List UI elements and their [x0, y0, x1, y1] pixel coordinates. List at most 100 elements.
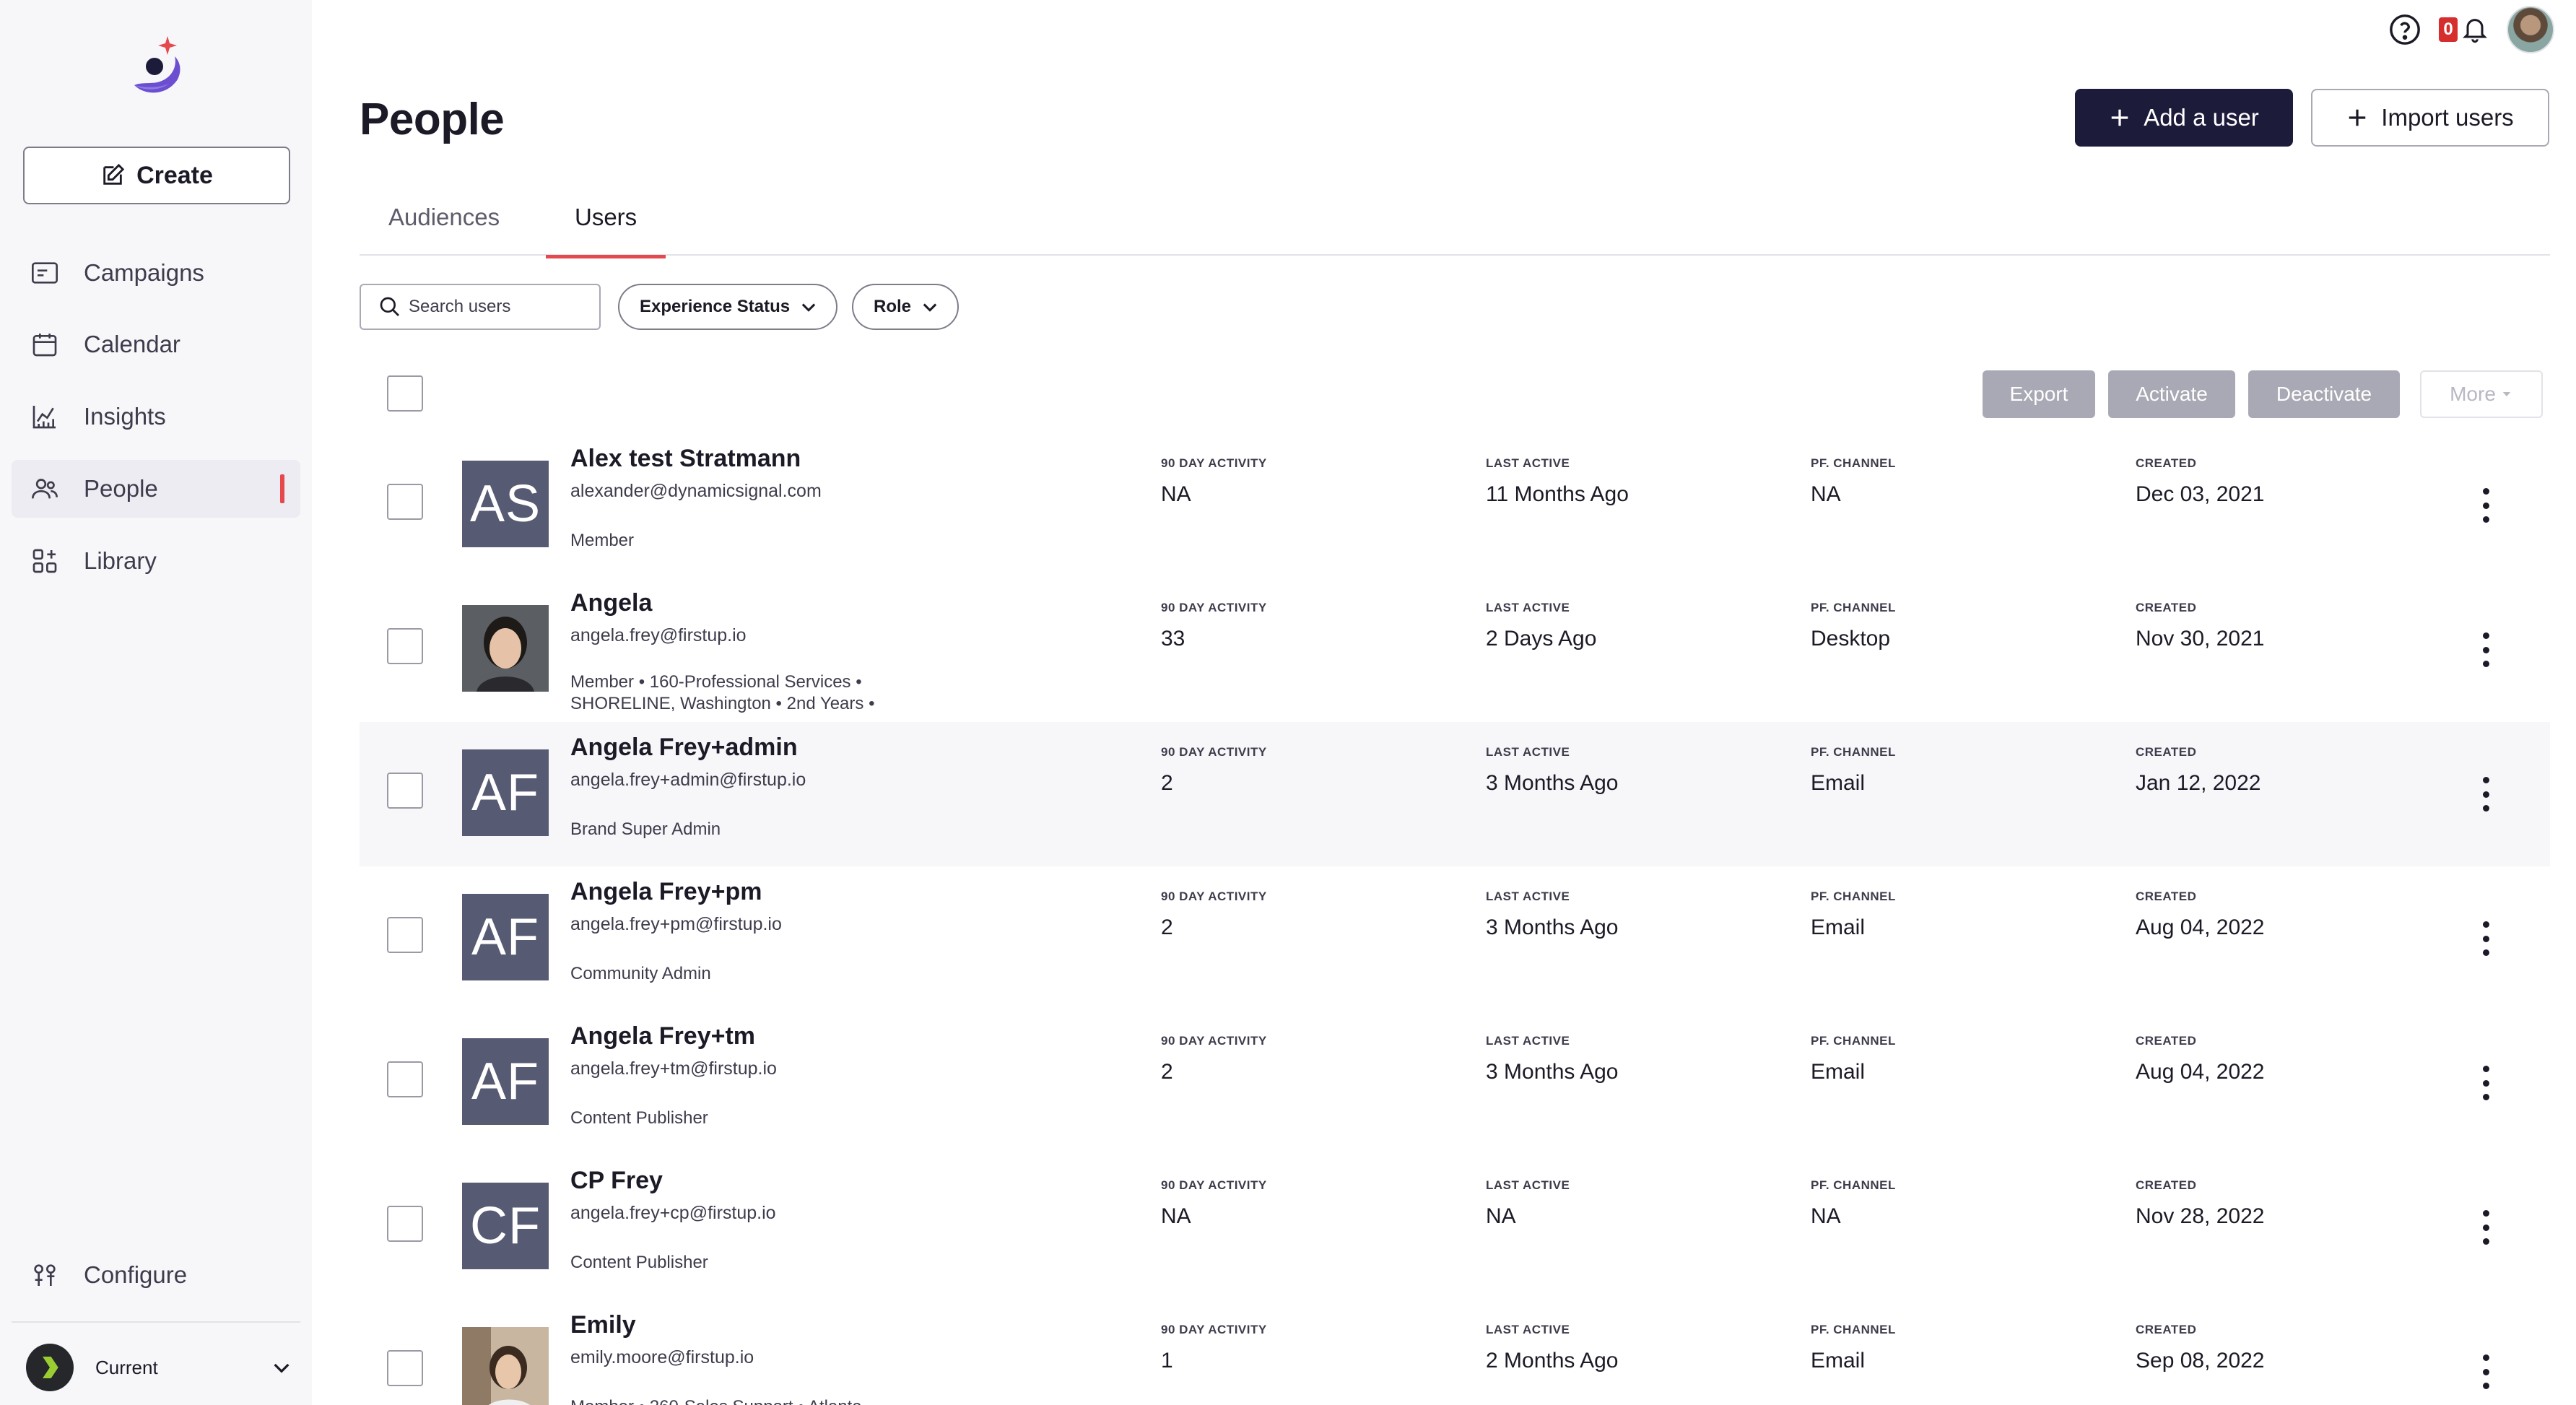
user-row[interactable]: Emily emily.moore@firstup.io Member • 26…	[360, 1300, 2550, 1405]
channel-value: Email	[1811, 771, 1866, 795]
user-name[interactable]: Emily	[570, 1311, 636, 1339]
org-label: Current	[95, 1356, 158, 1378]
current-user-avatar[interactable]	[2507, 6, 2554, 53]
row-checkbox[interactable]	[387, 484, 423, 520]
chevron-down-icon	[801, 303, 816, 312]
sidebar-item-configure[interactable]: Configure	[12, 1246, 300, 1304]
tab-users[interactable]: Users	[546, 204, 666, 258]
more-button[interactable]: More	[2420, 370, 2543, 418]
sidebar-item-label: Configure	[84, 1261, 188, 1288]
last-active-value: 11 Months Ago	[1486, 482, 1629, 506]
calendar-icon	[29, 329, 61, 360]
import-users-button[interactable]: Import users	[2311, 89, 2549, 147]
add-user-button[interactable]: Add a user	[2075, 89, 2293, 147]
user-row[interactable]: Angela angela.frey@firstup.io Member • 1…	[360, 578, 2550, 722]
create-label: Create	[136, 161, 213, 189]
user-row[interactable]: AF Angela Frey+admin angela.frey+admin@f…	[360, 722, 2550, 866]
activity-label: 90 DAY ACTIVITY	[1161, 889, 1267, 903]
sidebar-item-library[interactable]: Library	[12, 532, 300, 590]
create-button[interactable]: Create	[23, 147, 290, 204]
user-email: angela.frey+pm@firstup.io	[570, 914, 782, 934]
row-checkbox[interactable]	[387, 628, 423, 664]
row-actions-kebab-icon[interactable]	[2475, 917, 2497, 960]
plus-icon	[2111, 109, 2128, 126]
row-actions-kebab-icon[interactable]	[2475, 1350, 2497, 1393]
activity-value: NA	[1161, 482, 1191, 506]
notifications[interactable]: 0	[2439, 14, 2489, 45]
role-filter[interactable]: Role	[852, 284, 960, 330]
user-row[interactable]: AF Angela Frey+pm angela.frey+pm@firstup…	[360, 866, 2550, 1011]
help-icon[interactable]	[2388, 13, 2421, 46]
created-value: Aug 04, 2022	[2136, 915, 2265, 939]
deactivate-button[interactable]: Deactivate	[2248, 370, 2400, 418]
row-actions-kebab-icon[interactable]	[2475, 773, 2497, 816]
channel-value: Email	[1811, 1060, 1866, 1084]
sidebar-item-insights[interactable]: Insights	[12, 388, 300, 445]
last-active-value: 2 Days Ago	[1486, 627, 1597, 651]
row-checkbox[interactable]	[387, 1061, 423, 1097]
role-label: Role	[874, 297, 912, 316]
bell-icon	[2463, 19, 2487, 43]
import-users-label: Import users	[2381, 104, 2514, 131]
last-active-label: LAST ACTIVE	[1486, 1323, 1570, 1336]
search-box[interactable]	[360, 284, 601, 330]
row-actions-kebab-icon[interactable]	[2475, 484, 2497, 527]
channel-value: Email	[1811, 1349, 1866, 1373]
sidebar-item-label: Campaigns	[84, 259, 204, 286]
configure-icon	[29, 1259, 61, 1291]
export-button[interactable]: Export	[1983, 370, 2095, 418]
select-all-checkbox[interactable]	[387, 375, 423, 412]
last-active-value: 3 Months Ago	[1486, 1060, 1619, 1084]
user-name[interactable]: CP Frey	[570, 1167, 663, 1195]
user-name[interactable]: Angela Frey+pm	[570, 878, 762, 906]
activity-value: 33	[1161, 627, 1185, 651]
created-value: Aug 04, 2022	[2136, 1060, 2265, 1084]
row-checkbox[interactable]	[387, 917, 423, 953]
row-checkbox[interactable]	[387, 773, 423, 809]
row-checkbox[interactable]	[387, 1350, 423, 1386]
user-email: alexander@dynamicsignal.com	[570, 481, 822, 501]
activate-button[interactable]: Activate	[2108, 370, 2235, 418]
notification-count-badge: 0	[2439, 17, 2458, 42]
topbar: 0	[2388, 6, 2554, 53]
sidebar-item-people[interactable]: People	[12, 460, 300, 518]
sidebar-item-campaigns[interactable]: Campaigns	[12, 244, 300, 302]
sidebar-item-calendar[interactable]: Calendar	[12, 316, 300, 373]
last-active-label: LAST ACTIVE	[1486, 1034, 1570, 1048]
avatar	[462, 1327, 549, 1405]
user-name[interactable]: Angela Frey+admin	[570, 734, 798, 762]
user-name[interactable]: Angela Frey+tm	[570, 1022, 755, 1051]
created-label: CREATED	[2136, 889, 2197, 903]
last-active-value: 3 Months Ago	[1486, 771, 1619, 795]
firstup-logo[interactable]	[130, 35, 185, 100]
created-value: Dec 03, 2021	[2136, 482, 2265, 506]
created-label: CREATED	[2136, 456, 2197, 470]
user-meta: Brand Super Admin	[570, 819, 721, 839]
row-actions-kebab-icon[interactable]	[2475, 1206, 2497, 1249]
plus-icon	[2349, 109, 2366, 126]
activity-value: 2	[1161, 1060, 1173, 1084]
user-row[interactable]: AS Alex test Stratmann alexander@dynamic…	[360, 433, 2550, 578]
row-actions-kebab-icon[interactable]	[2475, 628, 2497, 671]
channel-value: Email	[1811, 915, 1866, 939]
search-input[interactable]	[409, 297, 582, 317]
created-value: Jan 12, 2022	[2136, 771, 2261, 795]
last-active-label: LAST ACTIVE	[1486, 456, 1570, 470]
activity-label: 90 DAY ACTIVITY	[1161, 1178, 1267, 1192]
org-switcher[interactable]: Current	[26, 1340, 293, 1395]
row-checkbox[interactable]	[387, 1206, 423, 1242]
activity-value: 1	[1161, 1349, 1173, 1373]
last-active-label: LAST ACTIVE	[1486, 745, 1570, 759]
avatar	[462, 605, 549, 692]
user-row[interactable]: AF Angela Frey+tm angela.frey+tm@firstup…	[360, 1011, 2550, 1155]
user-name[interactable]: Alex test Stratmann	[570, 445, 801, 473]
sidebar-item-label: Calendar	[84, 331, 180, 357]
last-active-value: 2 Months Ago	[1486, 1349, 1619, 1373]
user-row[interactable]: CF CP Frey angela.frey+cp@firstup.io Con…	[360, 1155, 2550, 1300]
experience-status-filter[interactable]: Experience Status	[618, 284, 838, 330]
tab-audiences[interactable]: Audiences	[360, 204, 528, 254]
user-name[interactable]: Angela	[570, 589, 652, 617]
activity-value: NA	[1161, 1204, 1191, 1228]
row-actions-kebab-icon[interactable]	[2475, 1061, 2497, 1105]
user-email: emily.moore@firstup.io	[570, 1347, 754, 1367]
